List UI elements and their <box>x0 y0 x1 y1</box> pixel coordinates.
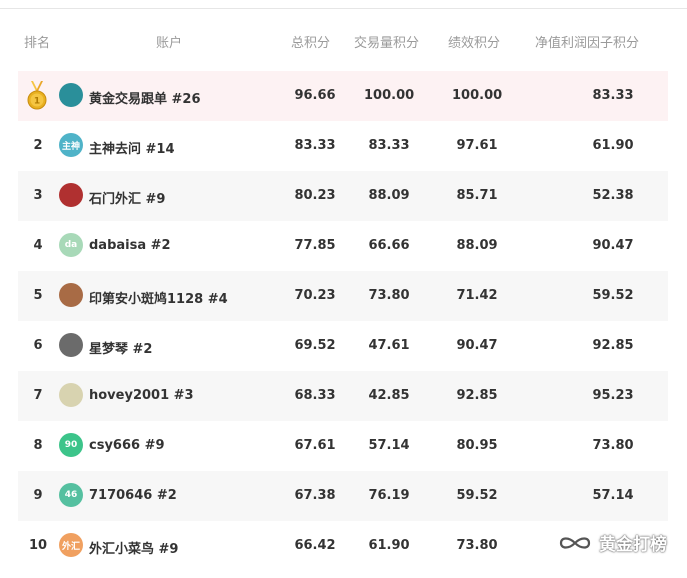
wechat-channel-icon <box>559 537 591 549</box>
total-score: 67.61 <box>294 438 336 453</box>
table-header: 排名 账户 总积分 交易量积分 绩效积分 净值利润因子积分 <box>0 22 687 58</box>
watermark-text: 黄金打榜 <box>599 535 667 555</box>
avatar-text: 90 <box>64 440 78 450</box>
rank-number: 3 <box>33 188 43 203</box>
account-name[interactable]: 主神去问 #14 <box>89 138 175 157</box>
performance-score: 80.95 <box>456 438 498 453</box>
rank-number: 10 <box>28 538 48 553</box>
net-value-score: 90.47 <box>592 238 634 253</box>
performance-score: 71.42 <box>456 288 498 303</box>
volume-score: 76.19 <box>368 488 410 503</box>
total-score: 80.23 <box>294 188 336 203</box>
table-row[interactable]: 5 印第安小斑鸠1128 #4 70.23 73.80 71.42 59.52 <box>18 271 668 321</box>
performance-score: 100.00 <box>452 88 503 103</box>
avatar[interactable] <box>59 333 83 357</box>
total-score: 96.66 <box>294 88 336 103</box>
avatar[interactable] <box>59 283 83 307</box>
total-score: 66.42 <box>294 538 336 553</box>
header-total-score[interactable]: 总积分 <box>291 32 330 51</box>
total-score: 69.52 <box>294 338 336 353</box>
avatar-text: da <box>64 240 78 250</box>
table-row[interactable]: 8 90 csy666 #9 67.61 57.14 80.95 73.80 <box>18 421 668 471</box>
header-account[interactable]: 账户 <box>156 32 182 51</box>
volume-score: 88.09 <box>368 188 410 203</box>
volume-score: 66.66 <box>368 238 410 253</box>
volume-score: 57.14 <box>368 438 410 453</box>
account-name[interactable]: hovey2001 #3 <box>89 388 194 403</box>
account-name[interactable]: 石门外汇 #9 <box>89 188 165 207</box>
table-row[interactable]: 9 46 7170646 #2 67.38 76.19 59.52 57.14 <box>18 471 668 521</box>
rank-number: 2 <box>33 138 43 153</box>
account-name[interactable]: csy666 #9 <box>89 438 165 453</box>
table-row[interactable]: 6 星梦琴 #2 69.52 47.61 90.47 92.85 <box>18 321 668 371</box>
avatar-text: 46 <box>64 490 78 500</box>
net-value-score: 61.90 <box>592 138 634 153</box>
rank-number: 7 <box>33 388 43 403</box>
gold-medal-icon: 1 <box>27 81 47 110</box>
account-name[interactable]: 外汇小菜鸟 #9 <box>89 538 178 557</box>
avatar[interactable] <box>59 83 83 107</box>
performance-score: 73.80 <box>456 538 498 553</box>
total-score: 70.23 <box>294 288 336 303</box>
header-volume-score[interactable]: 交易量积分 <box>354 32 419 51</box>
volume-score: 61.90 <box>368 538 410 553</box>
performance-score: 92.85 <box>456 388 498 403</box>
top-divider <box>0 8 687 9</box>
medal-rank-label: 1 <box>34 97 40 107</box>
net-value-score: 59.52 <box>592 288 634 303</box>
account-name[interactable]: dabaisa #2 <box>89 238 171 253</box>
account-name[interactable]: 印第安小斑鸠1128 #4 <box>89 288 228 307</box>
rank-number: 9 <box>33 488 43 503</box>
net-value-score: 95.23 <box>592 388 634 403</box>
header-performance-score[interactable]: 绩效积分 <box>448 32 500 51</box>
performance-score: 59.52 <box>456 488 498 503</box>
performance-score: 85.71 <box>456 188 498 203</box>
volume-score: 73.80 <box>368 288 410 303</box>
rank-number: 5 <box>33 288 43 303</box>
avatar[interactable] <box>59 383 83 407</box>
performance-score: 97.61 <box>456 138 498 153</box>
table-row[interactable]: 4 da dabaisa #2 77.85 66.66 88.09 90.47 <box>18 221 668 271</box>
table-row[interactable]: 1 黄金交易跟单 #26 96.66 100.00 100.00 83.33 <box>18 71 668 121</box>
volume-score: 83.33 <box>368 138 410 153</box>
avatar[interactable]: 46 <box>59 483 83 507</box>
table-row[interactable]: 2 主神 主神去问 #14 83.33 83.33 97.61 61.90 <box>18 121 668 171</box>
table-row[interactable]: 3 石门外汇 #9 80.23 88.09 85.71 52.38 <box>18 171 668 221</box>
avatar-text: 主神 <box>61 141 80 152</box>
avatar[interactable]: 主神 <box>59 133 83 157</box>
avatar[interactable]: 外汇 <box>59 533 83 557</box>
net-value-score: 83.33 <box>592 88 634 103</box>
table-row[interactable]: 7 hovey2001 #3 68.33 42.85 92.85 95.23 <box>18 371 668 421</box>
avatar[interactable]: da <box>59 233 83 257</box>
avatar[interactable]: 90 <box>59 433 83 457</box>
total-score: 68.33 <box>294 388 336 403</box>
net-value-score: 52.38 <box>592 188 634 203</box>
account-name[interactable]: 7170646 #2 <box>89 488 177 503</box>
avatar[interactable] <box>59 183 83 207</box>
performance-score: 88.09 <box>456 238 498 253</box>
performance-score: 90.47 <box>456 338 498 353</box>
watermark: 黄金打榜 <box>557 530 687 556</box>
net-value-score: 92.85 <box>592 338 634 353</box>
net-value-score: 73.80 <box>592 438 634 453</box>
account-name[interactable]: 黄金交易跟单 #26 <box>89 88 201 107</box>
rank-number: 6 <box>33 338 43 353</box>
total-score: 67.38 <box>294 488 336 503</box>
rank-number: 8 <box>33 438 43 453</box>
volume-score: 100.00 <box>364 88 415 103</box>
header-rank[interactable]: 排名 <box>24 32 50 51</box>
header-net-value-score[interactable]: 净值利润因子积分 <box>535 32 639 51</box>
volume-score: 42.85 <box>368 388 410 403</box>
avatar-text: 外汇 <box>61 541 80 552</box>
total-score: 83.33 <box>294 138 336 153</box>
total-score: 77.85 <box>294 238 336 253</box>
volume-score: 47.61 <box>368 338 410 353</box>
account-name[interactable]: 星梦琴 #2 <box>89 338 152 357</box>
net-value-score: 57.14 <box>592 488 634 503</box>
rank-number: 4 <box>33 238 43 253</box>
